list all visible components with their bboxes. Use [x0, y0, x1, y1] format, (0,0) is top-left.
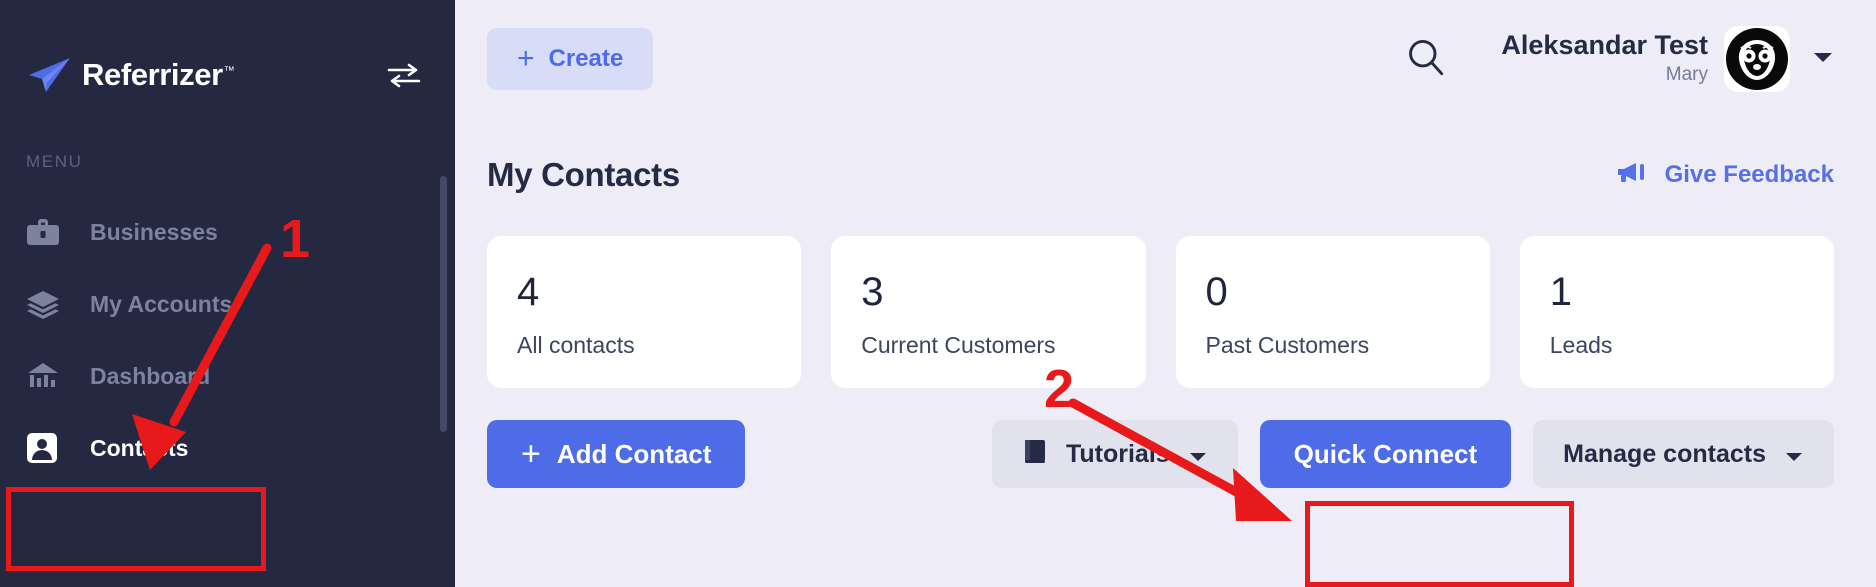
top-bar-right: Aleksandar Test Mary	[1405, 26, 1834, 92]
add-contact-label: Add Contact	[556, 438, 712, 469]
sidebar-item-businesses[interactable]: Businesses	[0, 196, 455, 268]
brand-name: Referrizer™	[82, 57, 235, 92]
avatar[interactable]	[1724, 26, 1790, 92]
stat-value: 4	[517, 270, 540, 314]
create-button-label: Create	[548, 45, 624, 72]
bank-chart-icon	[26, 361, 68, 391]
paper-plane-logo-icon	[26, 55, 72, 95]
content-area: My Contacts Give Feedback 4 All contacts…	[455, 156, 1876, 488]
swap-arrows-icon[interactable]	[387, 62, 421, 88]
stat-value: 1	[1549, 270, 1572, 314]
stat-value: 3	[861, 270, 884, 314]
sidebar-item-label: Businesses	[90, 218, 218, 245]
sidebar-nav: Businesses My Accounts Dashboard Contact…	[0, 196, 455, 484]
sidebar-item-my-accounts[interactable]: My Accounts	[0, 268, 455, 340]
user-menu[interactable]: Aleksandar Test Mary	[1501, 26, 1834, 92]
add-contact-button[interactable]: + Add Contact	[487, 420, 746, 488]
create-button[interactable]: + Create	[487, 28, 654, 90]
sidebar: Referrizer™ MENU Businesses My Accounts …	[0, 0, 455, 587]
stat-label: Leads	[1549, 332, 1613, 358]
sidebar-section-label: MENU	[26, 152, 83, 171]
layers-icon	[26, 289, 68, 319]
user-names: Aleksandar Test Mary	[1501, 30, 1708, 88]
tutorials-button[interactable]: Tutorials	[991, 420, 1238, 488]
megaphone-icon	[1615, 161, 1647, 190]
search-icon[interactable]	[1405, 37, 1445, 82]
give-feedback-button[interactable]: Give Feedback	[1615, 161, 1834, 190]
stat-card[interactable]: 0 Past Customers	[1175, 236, 1490, 388]
manage-contacts-button[interactable]: Manage contacts	[1533, 420, 1834, 488]
main-content: + Create Aleksandar Test Mary My Contact…	[455, 0, 1876, 587]
book-icon	[1022, 438, 1048, 471]
sidebar-item-label: Contacts	[90, 434, 189, 461]
give-feedback-label: Give Feedback	[1664, 161, 1834, 188]
top-bar: + Create Aleksandar Test Mary	[455, 0, 1876, 118]
tutorials-label: Tutorials	[1065, 439, 1170, 468]
action-bar: + Add Contact Tutorials Quick Connect Ma…	[487, 420, 1834, 488]
title-row: My Contacts Give Feedback	[487, 156, 1834, 194]
stat-card[interactable]: 3 Current Customers	[831, 236, 1146, 388]
stat-label: All contacts	[517, 332, 635, 358]
chevron-down-icon	[1188, 440, 1208, 469]
trademark-symbol: ™	[223, 64, 235, 77]
action-bar-right: Tutorials Quick Connect Manage contacts	[991, 420, 1834, 488]
sidebar-scrollbar[interactable]	[440, 176, 447, 432]
manage-contacts-label: Manage contacts	[1563, 439, 1766, 468]
stat-cards: 4 All contacts 3 Current Customers 0 Pas…	[487, 236, 1834, 388]
chevron-down-icon	[1784, 440, 1804, 469]
sidebar-item-contacts[interactable]: Contacts	[0, 412, 455, 484]
stat-value: 0	[1205, 270, 1228, 314]
stat-card[interactable]: 1 Leads	[1519, 236, 1834, 388]
app-root: Referrizer™ MENU Businesses My Accounts …	[0, 0, 1876, 587]
sidebar-item-dashboard[interactable]: Dashboard	[0, 340, 455, 412]
briefcase-icon	[26, 217, 68, 247]
quick-connect-button[interactable]: Quick Connect	[1259, 420, 1512, 488]
sidebar-item-label: Dashboard	[90, 362, 211, 389]
chevron-down-icon[interactable]	[1812, 50, 1834, 69]
contact-card-icon	[26, 432, 68, 464]
user-subtitle: Mary	[1665, 64, 1708, 86]
stat-label: Current Customers	[861, 332, 1056, 358]
plus-icon: +	[517, 42, 535, 75]
stat-label: Past Customers	[1205, 332, 1370, 358]
sidebar-header: Referrizer™	[0, 0, 455, 108]
stat-card[interactable]: 4 All contacts	[487, 236, 802, 388]
plus-icon: +	[521, 435, 541, 473]
page-title: My Contacts	[487, 156, 680, 193]
sidebar-item-label: My Accounts	[90, 290, 233, 317]
user-name: Aleksandar Test	[1501, 30, 1708, 61]
quick-connect-label: Quick Connect	[1293, 438, 1478, 469]
